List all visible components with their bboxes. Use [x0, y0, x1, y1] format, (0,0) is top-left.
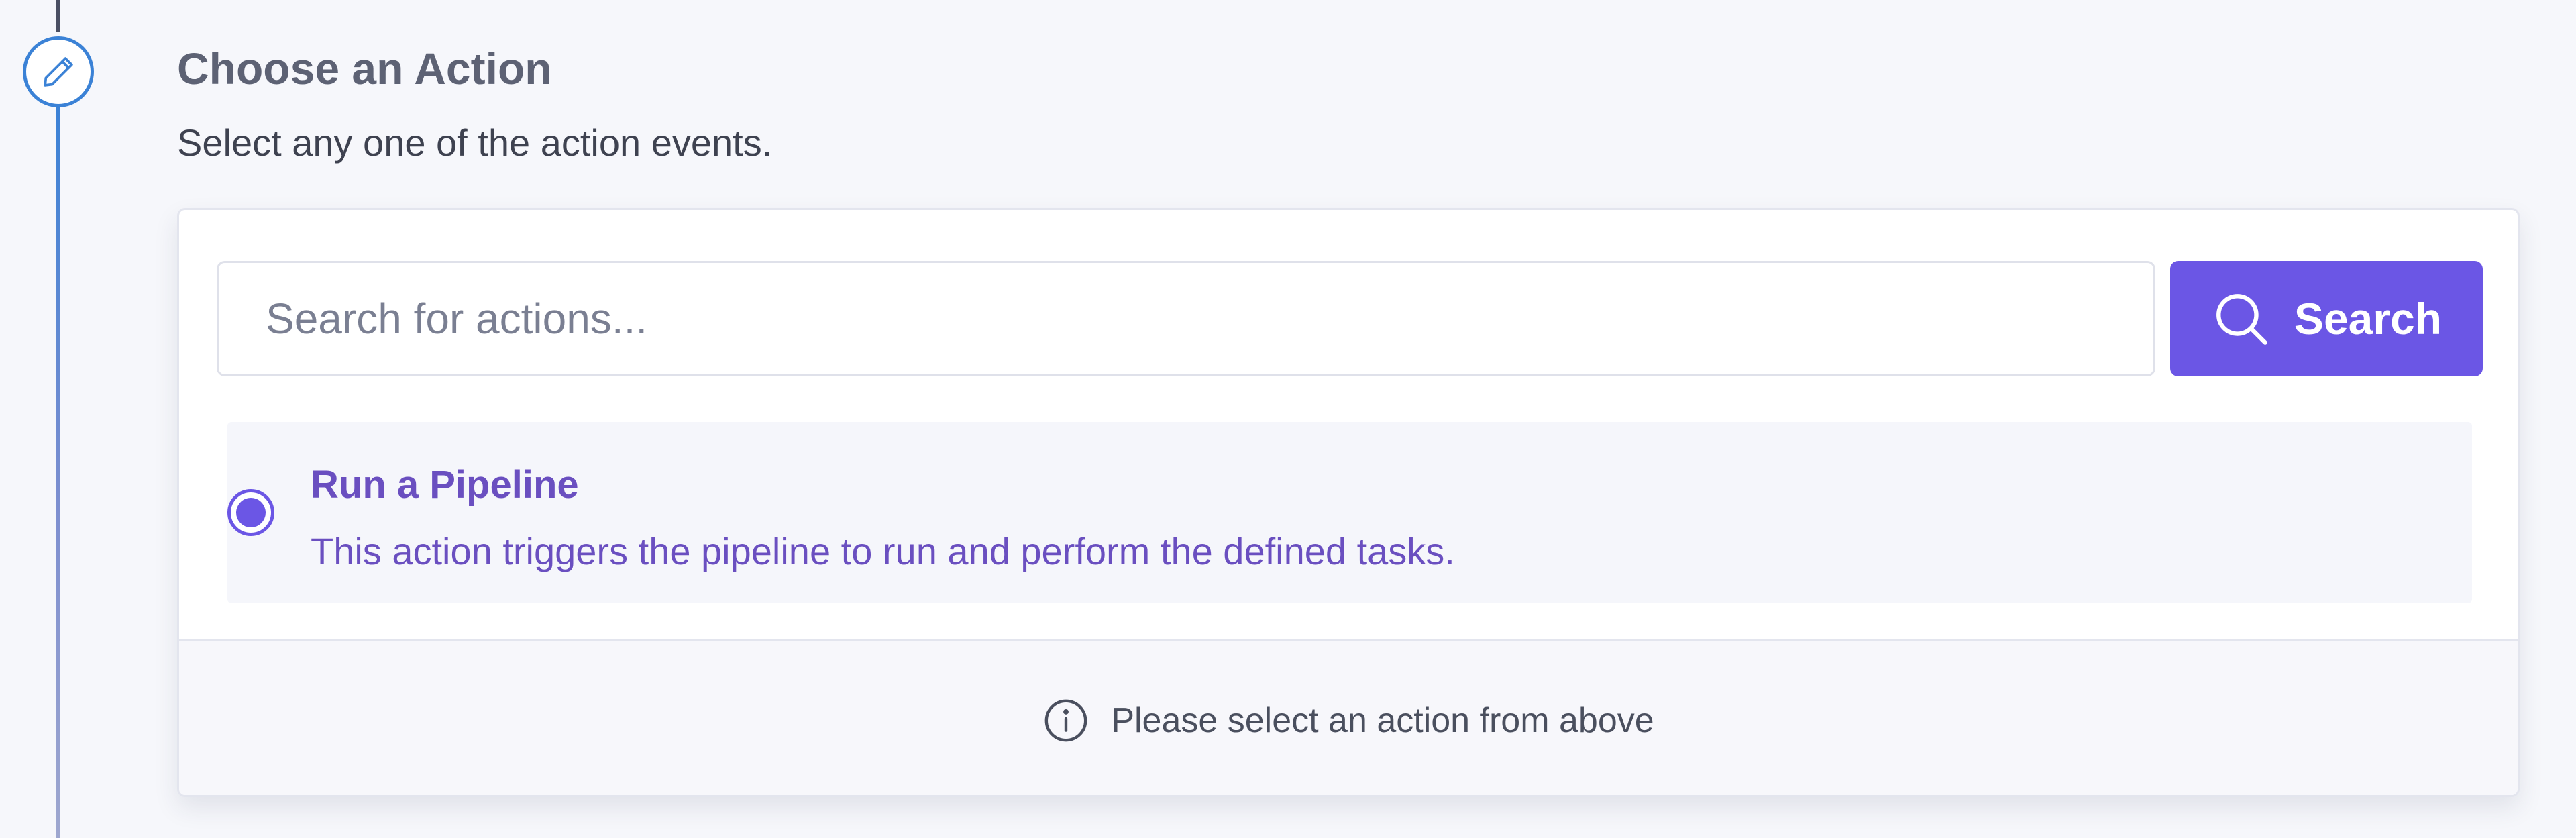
radio-selected-indicator — [236, 498, 266, 527]
search-icon — [2216, 294, 2267, 345]
action-option-run-pipeline[interactable]: Run a Pipeline This action triggers the … — [227, 422, 2472, 603]
step-title: Choose an Action — [177, 44, 552, 93]
timeline-connector-top — [56, 0, 60, 32]
search-button-label: Search — [2294, 294, 2443, 344]
step-subtitle: Select any one of the action events. — [177, 121, 773, 164]
action-radio[interactable] — [227, 489, 274, 536]
search-button[interactable]: Search — [2170, 261, 2483, 376]
pencil-icon — [44, 57, 73, 87]
action-option-description: This action triggers the pipeline to run… — [311, 530, 1455, 572]
timeline-connector — [56, 106, 60, 838]
info-icon — [1044, 699, 1087, 741]
action-option-title: Run a Pipeline — [311, 463, 579, 507]
selection-hint: Please select an action from above — [179, 639, 2518, 795]
choose-action-step: Choose an Action Select any one of the a… — [0, 0, 2576, 838]
action-card: Search Run a Pipeline This action trigge… — [177, 208, 2520, 797]
selection-hint-text: Please select an action from above — [1111, 700, 1654, 740]
search-input[interactable] — [217, 261, 2155, 376]
step-marker — [23, 36, 94, 107]
